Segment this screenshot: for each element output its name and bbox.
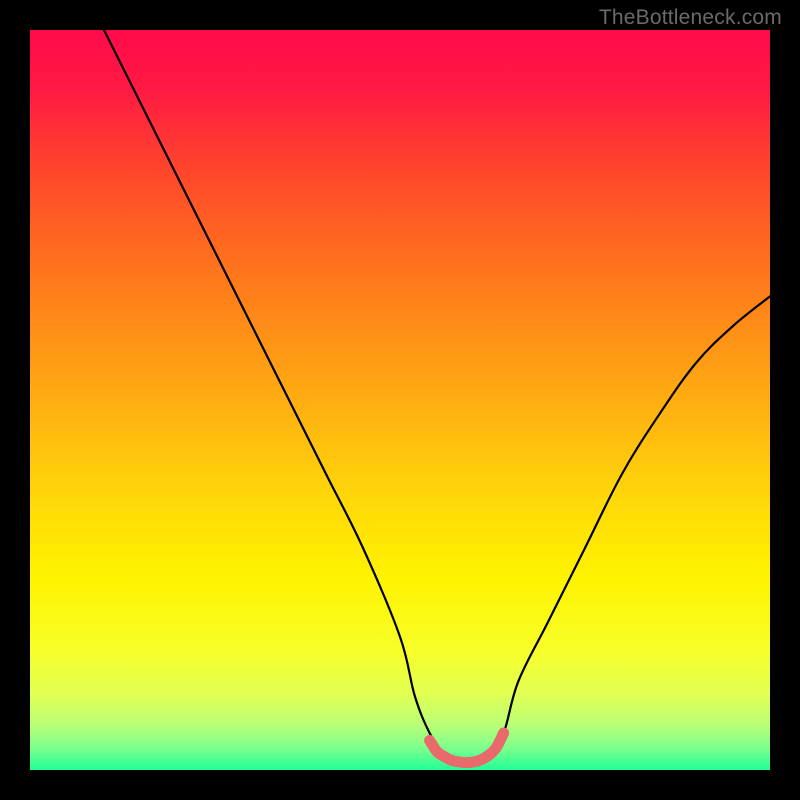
chart-svg [30, 30, 770, 770]
valley-marker-path [430, 733, 504, 763]
watermark-text: TheBottleneck.com [599, 6, 782, 30]
bottleneck-curve-path [104, 30, 770, 764]
chart-stage: TheBottleneck.com [0, 0, 800, 800]
plot-area [30, 30, 770, 770]
